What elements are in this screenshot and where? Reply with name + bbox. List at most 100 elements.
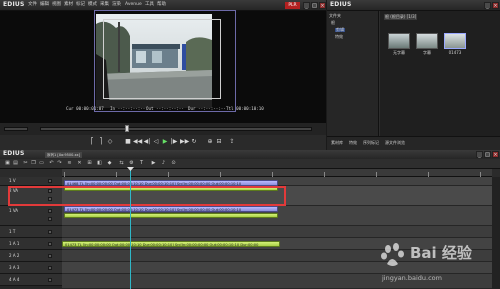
track-header-1va[interactable]: 1 VA [0, 206, 62, 226]
clip-va1-audio[interactable] [64, 213, 278, 218]
track-toggle-icon[interactable] [48, 242, 52, 246]
track-header-3a[interactable]: 3 A 3 [0, 262, 62, 274]
track-header-4a[interactable]: 4 A 4 [0, 274, 62, 286]
track-header-2a[interactable]: 2 A 2 [0, 250, 62, 262]
overwrite-icon[interactable]: ⊟ [215, 138, 223, 146]
track-toggle-icon[interactable] [48, 254, 52, 258]
menu-file[interactable]: 文件 [28, 2, 37, 8]
track-lock-icon[interactable] [48, 179, 52, 183]
menu-marker[interactable]: 标记 [76, 2, 85, 8]
marker-toolbar-icon[interactable]: ◆ [106, 160, 113, 167]
render-icon[interactable]: ▶ [150, 160, 157, 167]
undo-icon[interactable]: ↶ [48, 160, 55, 167]
tab-effects[interactable]: 特效 [349, 141, 357, 145]
track-name: 4 A 4 [9, 277, 20, 282]
loop-icon[interactable]: ↻ [190, 138, 198, 146]
maximize-icon[interactable]: □ [311, 2, 318, 9]
play-icon[interactable]: ▶ [161, 138, 169, 146]
track-toggle-icon[interactable] [48, 278, 52, 282]
menu-tools[interactable]: 工具 [145, 2, 154, 8]
track-header-1t[interactable]: 1 T [0, 226, 62, 238]
track-audio-toggle-icon[interactable] [48, 217, 52, 221]
selection-highlight [8, 186, 286, 206]
timecode-in: In --:--:--:-- [110, 106, 146, 111]
menu-help[interactable]: 帮助 [157, 2, 166, 8]
menu-avenue[interactable]: Avenue [125, 2, 142, 8]
bin-clip-thumb[interactable] [388, 33, 410, 49]
bin-clip-label: 01473 [448, 50, 462, 55]
folder-icon[interactable]: ▣ [4, 160, 11, 167]
bin-clip-label: 无字幕 [393, 50, 405, 55]
menu-mode[interactable]: 模式 [88, 2, 97, 8]
track-name: 1 A 1 [9, 241, 20, 246]
playhead[interactable] [130, 169, 131, 289]
menu-view[interactable]: 视图 [52, 2, 61, 8]
bin-tabs: 素材库 特效 序列标记 源文件浏览 [327, 136, 500, 150]
snap-icon[interactable]: ◧ [96, 160, 103, 167]
set-in-icon[interactable]: ⎡ [88, 138, 96, 146]
plr-badge[interactable]: PLR [285, 2, 300, 9]
save-icon[interactable]: ▤ [12, 160, 19, 167]
cut-icon[interactable]: ✂ [22, 160, 29, 167]
track-header-1a[interactable]: 1 A 1 [0, 238, 62, 250]
track-name: 1 V [9, 178, 16, 183]
position-slider[interactable] [40, 127, 312, 131]
tree-item-root[interactable]: 根 [331, 21, 335, 25]
sequence-tab[interactable]: 序列1 [Xo:9500.xx] [45, 152, 82, 158]
timeline-minimize-icon[interactable]: _ [476, 151, 483, 158]
track-toggle-icon[interactable] [48, 266, 52, 270]
bin-minimize-icon[interactable]: _ [484, 2, 491, 9]
menu-render[interactable]: 渲染 [112, 2, 121, 8]
paste-icon[interactable]: ▭ [38, 160, 45, 167]
tree-item-clips[interactable]: 剪辑 [335, 28, 345, 32]
track-header-1v[interactable]: 1 V [0, 177, 62, 186]
set-out-icon[interactable]: ⎤ [97, 138, 105, 146]
play-reverse-icon[interactable]: ◁ [152, 138, 160, 146]
stop-icon[interactable]: ■ [124, 138, 132, 146]
bin-clip-label: 字幕 [423, 50, 431, 55]
marker-icon[interactable]: ◇ [106, 138, 114, 146]
track-video-toggle-icon[interactable] [48, 209, 52, 213]
add-cut-icon[interactable]: ⊞ [86, 160, 93, 167]
timeline-maximize-icon[interactable]: □ [484, 151, 491, 158]
baidu-paw-logo [381, 243, 404, 266]
clip-va1[interactable]: 01473 TL [In:00:00:00:00 Out:00:00:10:10… [64, 206, 278, 212]
lane-1t[interactable] [62, 226, 492, 238]
tree-header: 文件夹 [329, 13, 341, 18]
fast-forward-icon[interactable]: ▶▶ [180, 138, 189, 146]
sync-icon[interactable]: ⇆ [118, 160, 125, 167]
shuttle-slider[interactable] [4, 127, 28, 131]
bin-close-icon[interactable]: × [492, 2, 499, 9]
clip-t1[interactable]: 01473 TL [In:00:00:00:00 Out:00:00:10:10… [62, 241, 280, 247]
title-icon[interactable]: T [138, 160, 145, 167]
delete-icon[interactable]: ✕ [76, 160, 83, 167]
step-forward-icon[interactable]: |▶ [170, 138, 178, 146]
rewind-icon[interactable]: ◀◀ [133, 138, 142, 146]
insert-icon[interactable]: ⊕ [206, 138, 214, 146]
ripple-icon[interactable]: ≋ [66, 160, 73, 167]
export-icon[interactable]: ⇪ [228, 138, 236, 146]
tab-source-browser[interactable]: 源文件浏览 [385, 141, 405, 145]
bin-clip-thumb[interactable] [416, 33, 438, 49]
track-toggle-icon[interactable] [48, 230, 52, 234]
step-back-icon[interactable]: ◀| [143, 138, 151, 146]
tab-sequence-marker[interactable]: 序列标记 [363, 141, 379, 145]
track-name: 2 A 2 [9, 253, 20, 258]
redo-icon[interactable]: ↷ [56, 160, 63, 167]
menu-edit[interactable]: 编辑 [40, 2, 49, 8]
close-icon[interactable]: × [319, 2, 326, 9]
timeline-close-icon[interactable]: × [492, 151, 499, 158]
copy-icon[interactable]: ❐ [30, 160, 37, 167]
audio-icon[interactable]: ♪ [160, 160, 167, 167]
position-slider-handle[interactable] [125, 125, 129, 132]
bin-clip-thumb-selected[interactable] [444, 33, 466, 49]
minimize-icon[interactable]: _ [303, 2, 310, 9]
bin-content: 根 (根目录) [1/3] 无字幕 字幕 01473 [380, 11, 500, 136]
mixer-icon[interactable]: ⚙ [128, 160, 135, 167]
tab-bin[interactable]: 素材库 [331, 141, 343, 145]
menu-clip[interactable]: 素材 [64, 2, 73, 8]
menu-capture[interactable]: 采集 [100, 2, 109, 8]
timecode-dur: Dur --:--:--:-- [188, 106, 226, 111]
zoom-icon[interactable]: ⊙ [170, 160, 177, 167]
tree-item-effects[interactable]: 特效 [335, 35, 343, 39]
